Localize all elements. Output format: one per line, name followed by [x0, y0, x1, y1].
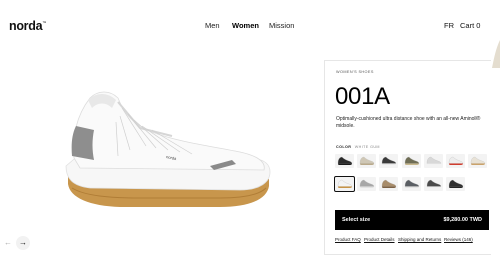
shoe-thumbnail-icon	[337, 156, 353, 165]
shoe-thumbnail-icon	[426, 179, 441, 188]
color-swatch-white-gum[interactable]	[334, 176, 355, 192]
next-arrow-icon[interactable]: →	[16, 236, 30, 250]
reviews-link[interactable]: Reviews (146)	[444, 237, 473, 242]
product-details-link[interactable]: Product Details	[364, 237, 395, 242]
color-value: WHITE GUM	[354, 145, 380, 149]
language-switch[interactable]: FR	[444, 21, 454, 30]
shipping-returns-link[interactable]: Shipping and Returns	[398, 237, 441, 242]
shoe-thumbnail-icon	[448, 156, 464, 165]
shoe-thumbnail-icon	[360, 156, 375, 165]
shoe-thumbnail-icon	[404, 156, 419, 165]
site-header: norda™ Men Women Mission FR Cart 0	[0, 0, 500, 52]
price: $9,280.00 TWD	[443, 217, 482, 223]
shoe-image: norda	[65, 91, 271, 207]
shoe-thumbnail-icon	[337, 179, 353, 188]
color-swatch-grey[interactable]	[357, 177, 377, 191]
select-size-button[interactable]: Select size $9,280.00 TWD	[335, 210, 489, 230]
color-swatch-black[interactable]	[335, 154, 354, 168]
color-swatch-grey-black[interactable]	[379, 154, 399, 168]
color-swatch-cream[interactable]	[468, 154, 488, 168]
color-swatch-olive[interactable]	[401, 154, 421, 168]
nav-men[interactable]: Men	[205, 21, 220, 30]
color-swatch-dark[interactable]	[446, 177, 465, 191]
product-title: 001A	[335, 83, 390, 110]
cart-link[interactable]: Cart 0	[460, 21, 480, 30]
shoe-thumbnail-icon	[404, 179, 419, 188]
cart-count: 0	[476, 21, 481, 30]
shoe-thumbnail-icon	[426, 156, 441, 165]
shoe-thumbnail-icon	[382, 179, 397, 188]
color-swatch-charcoal[interactable]	[423, 177, 443, 191]
shoe-thumbnail-icon	[471, 156, 486, 165]
prev-arrow-icon[interactable]: ←	[1, 236, 15, 250]
color-row: COLOR WHITE GUM	[336, 145, 380, 149]
shoe-thumbnail-icon	[448, 179, 464, 188]
shoe-thumbnail-icon	[360, 179, 375, 188]
nav-women[interactable]: Women	[232, 21, 259, 30]
norda-logo[interactable]: norda™	[9, 19, 46, 33]
color-label: COLOR	[336, 145, 352, 149]
product-faq-link[interactable]: Product FAQ	[335, 237, 361, 242]
color-swatch-sand[interactable]	[357, 154, 377, 168]
product-category: WOMEN'S SHOES	[336, 70, 374, 74]
product-description: Optimally-cushioned ultra distance shoe …	[336, 116, 481, 130]
color-swatch-slate[interactable]	[401, 177, 421, 191]
product-gallery: norda	[0, 52, 322, 255]
color-swatch-white-red[interactable]	[446, 154, 465, 168]
nav-mission[interactable]: Mission	[269, 21, 294, 30]
shoe-thumbnail-icon	[382, 156, 397, 165]
select-size-label: Select size	[342, 217, 371, 223]
color-swatch-tan[interactable]	[379, 177, 399, 191]
product-info-panel: WOMEN'S SHOES 001A Optimally-cushioned u…	[324, 60, 491, 255]
color-swatch-light-grey[interactable]	[423, 154, 443, 168]
